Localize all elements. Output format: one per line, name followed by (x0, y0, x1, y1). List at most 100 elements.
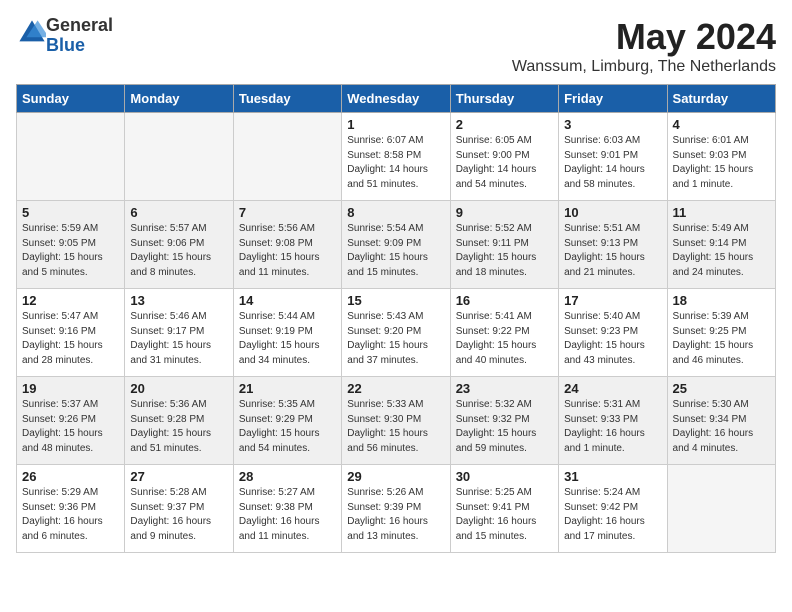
day-number: 17 (564, 293, 661, 308)
calendar-cell: 6 Sunrise: 5:57 AM Sunset: 9:06 PM Daylig… (125, 201, 233, 289)
weekday-header: Tuesday (233, 85, 341, 113)
day-info: Sunrise: 5:41 AM Sunset: 9:22 PM Dayligh… (456, 310, 553, 368)
calendar-cell: 5 Sunrise: 5:59 AM Sunset: 9:05 PM Daylig… (17, 201, 125, 289)
day-info: Sunrise: 6:05 AM Sunset: 9:00 PM Dayligh… (456, 134, 553, 192)
day-number: 16 (456, 293, 553, 308)
day-info: Sunrise: 6:03 AM Sunset: 9:01 PM Dayligh… (564, 134, 661, 192)
day-info: Sunrise: 5:47 AM Sunset: 9:16 PM Dayligh… (22, 310, 119, 368)
calendar-cell (125, 113, 233, 201)
day-number: 12 (22, 293, 119, 308)
day-number: 5 (22, 205, 119, 220)
calendar-week-row: 12 Sunrise: 5:47 AM Sunset: 9:16 PM Dayli… (17, 289, 776, 377)
weekday-header-row: SundayMondayTuesdayWednesdayThursdayFrid… (17, 85, 776, 113)
weekday-header: Friday (559, 85, 667, 113)
day-info: Sunrise: 5:51 AM Sunset: 9:13 PM Dayligh… (564, 222, 661, 280)
day-number: 14 (239, 293, 336, 308)
day-number: 24 (564, 381, 661, 396)
weekday-header: Saturday (667, 85, 775, 113)
calendar-cell: 31 Sunrise: 5:24 AM Sunset: 9:42 PM Dayli… (559, 465, 667, 553)
day-number: 4 (673, 117, 770, 132)
calendar-cell: 18 Sunrise: 5:39 AM Sunset: 9:25 PM Dayli… (667, 289, 775, 377)
day-info: Sunrise: 5:37 AM Sunset: 9:26 PM Dayligh… (22, 398, 119, 456)
day-number: 13 (130, 293, 227, 308)
day-number: 2 (456, 117, 553, 132)
calendar-cell: 28Sunrise: 5:27 AM Sunset: 9:38 PM Dayli… (233, 465, 341, 553)
calendar-cell: 13 Sunrise: 5:46 AM Sunset: 9:17 PM Dayli… (125, 289, 233, 377)
calendar-cell: 11Sunrise: 5:49 AM Sunset: 9:14 PM Dayli… (667, 201, 775, 289)
day-info: Sunrise: 5:59 AM Sunset: 9:05 PM Dayligh… (22, 222, 119, 280)
day-info: Sunrise: 5:56 AM Sunset: 9:08 PM Dayligh… (239, 222, 336, 280)
day-info: Sunrise: 5:54 AM Sunset: 9:09 PM Dayligh… (347, 222, 444, 280)
day-number: 15 (347, 293, 444, 308)
calendar-cell: 23 Sunrise: 5:32 AM Sunset: 9:32 PM Dayli… (450, 377, 558, 465)
calendar-cell: 14Sunrise: 5:44 AM Sunset: 9:19 PM Dayli… (233, 289, 341, 377)
calendar-cell: 22Sunrise: 5:33 AM Sunset: 9:30 PM Dayli… (342, 377, 450, 465)
calendar-cell: 2 Sunrise: 6:05 AM Sunset: 9:00 PM Daylig… (450, 113, 558, 201)
calendar-cell: 27 Sunrise: 5:28 AM Sunset: 9:37 PM Dayli… (125, 465, 233, 553)
day-info: Sunrise: 5:30 AM Sunset: 9:34 PM Dayligh… (673, 398, 770, 456)
calendar-cell: 16 Sunrise: 5:41 AM Sunset: 9:22 PM Dayli… (450, 289, 558, 377)
day-number: 11 (673, 205, 770, 220)
calendar-cell: 30 Sunrise: 5:25 AM Sunset: 9:41 PM Dayli… (450, 465, 558, 553)
day-number: 26 (22, 469, 119, 484)
weekday-header: Wednesday (342, 85, 450, 113)
calendar-cell: 20Sunrise: 5:36 AM Sunset: 9:28 PM Dayli… (125, 377, 233, 465)
day-info: Sunrise: 5:29 AM Sunset: 9:36 PM Dayligh… (22, 486, 119, 544)
calendar-cell: 26 Sunrise: 5:29 AM Sunset: 9:36 PM Dayli… (17, 465, 125, 553)
day-number: 8 (347, 205, 444, 220)
calendar-cell: 19Sunrise: 5:37 AM Sunset: 9:26 PM Dayli… (17, 377, 125, 465)
day-number: 22 (347, 381, 444, 396)
day-info: Sunrise: 6:01 AM Sunset: 9:03 PM Dayligh… (673, 134, 770, 192)
calendar-cell: 15Sunrise: 5:43 AM Sunset: 9:20 PM Dayli… (342, 289, 450, 377)
weekday-header: Monday (125, 85, 233, 113)
calendar-cell: 21Sunrise: 5:35 AM Sunset: 9:29 PM Dayli… (233, 377, 341, 465)
day-number: 18 (673, 293, 770, 308)
day-info: Sunrise: 5:35 AM Sunset: 9:29 PM Dayligh… (239, 398, 336, 456)
calendar-cell: 17 Sunrise: 5:40 AM Sunset: 9:23 PM Dayli… (559, 289, 667, 377)
calendar-cell: 9 Sunrise: 5:52 AM Sunset: 9:11 PM Daylig… (450, 201, 558, 289)
day-number: 6 (130, 205, 227, 220)
day-info: Sunrise: 6:07 AM Sunset: 8:58 PM Dayligh… (347, 134, 444, 192)
day-number: 30 (456, 469, 553, 484)
weekday-header: Thursday (450, 85, 558, 113)
page-header: General Blue May 2024 Wanssum, Limburg, … (16, 16, 776, 76)
day-info: Sunrise: 5:46 AM Sunset: 9:17 PM Dayligh… (130, 310, 227, 368)
day-number: 3 (564, 117, 661, 132)
calendar-cell: 4 Sunrise: 6:01 AM Sunset: 9:03 PM Daylig… (667, 113, 775, 201)
title-block: May 2024 Wanssum, Limburg, The Netherlan… (512, 16, 776, 76)
logo: General Blue (16, 16, 113, 56)
calendar-week-row: 5 Sunrise: 5:59 AM Sunset: 9:05 PM Daylig… (17, 201, 776, 289)
day-number: 27 (130, 469, 227, 484)
calendar-cell: 24Sunrise: 5:31 AM Sunset: 9:33 PM Dayli… (559, 377, 667, 465)
day-number: 9 (456, 205, 553, 220)
day-info: Sunrise: 5:52 AM Sunset: 9:11 PM Dayligh… (456, 222, 553, 280)
day-info: Sunrise: 5:57 AM Sunset: 9:06 PM Dayligh… (130, 222, 227, 280)
location: Wanssum, Limburg, The Netherlands (512, 58, 776, 76)
calendar-week-row: 19Sunrise: 5:37 AM Sunset: 9:26 PM Dayli… (17, 377, 776, 465)
day-info: Sunrise: 5:28 AM Sunset: 9:37 PM Dayligh… (130, 486, 227, 544)
day-info: Sunrise: 5:40 AM Sunset: 9:23 PM Dayligh… (564, 310, 661, 368)
calendar-cell: 8 Sunrise: 5:54 AM Sunset: 9:09 PM Daylig… (342, 201, 450, 289)
calendar-cell (17, 113, 125, 201)
calendar: SundayMondayTuesdayWednesdayThursdayFrid… (16, 84, 776, 553)
day-info: Sunrise: 5:36 AM Sunset: 9:28 PM Dayligh… (130, 398, 227, 456)
day-info: Sunrise: 5:25 AM Sunset: 9:41 PM Dayligh… (456, 486, 553, 544)
calendar-cell: 3 Sunrise: 6:03 AM Sunset: 9:01 PM Daylig… (559, 113, 667, 201)
day-number: 28 (239, 469, 336, 484)
day-number: 31 (564, 469, 661, 484)
day-info: Sunrise: 5:24 AM Sunset: 9:42 PM Dayligh… (564, 486, 661, 544)
month-title: May 2024 (512, 16, 776, 58)
day-info: Sunrise: 5:26 AM Sunset: 9:39 PM Dayligh… (347, 486, 444, 544)
day-info: Sunrise: 5:39 AM Sunset: 9:25 PM Dayligh… (673, 310, 770, 368)
logo-icon (18, 19, 46, 47)
day-info: Sunrise: 5:32 AM Sunset: 9:32 PM Dayligh… (456, 398, 553, 456)
calendar-week-row: 1Sunrise: 6:07 AM Sunset: 8:58 PM Daylig… (17, 113, 776, 201)
weekday-header: Sunday (17, 85, 125, 113)
calendar-cell: 7Sunrise: 5:56 AM Sunset: 9:08 PM Daylig… (233, 201, 341, 289)
calendar-week-row: 26 Sunrise: 5:29 AM Sunset: 9:36 PM Dayli… (17, 465, 776, 553)
calendar-cell: 12 Sunrise: 5:47 AM Sunset: 9:16 PM Dayli… (17, 289, 125, 377)
logo-text: General Blue (46, 16, 113, 56)
day-number: 23 (456, 381, 553, 396)
day-number: 29 (347, 469, 444, 484)
calendar-cell: 10Sunrise: 5:51 AM Sunset: 9:13 PM Dayli… (559, 201, 667, 289)
